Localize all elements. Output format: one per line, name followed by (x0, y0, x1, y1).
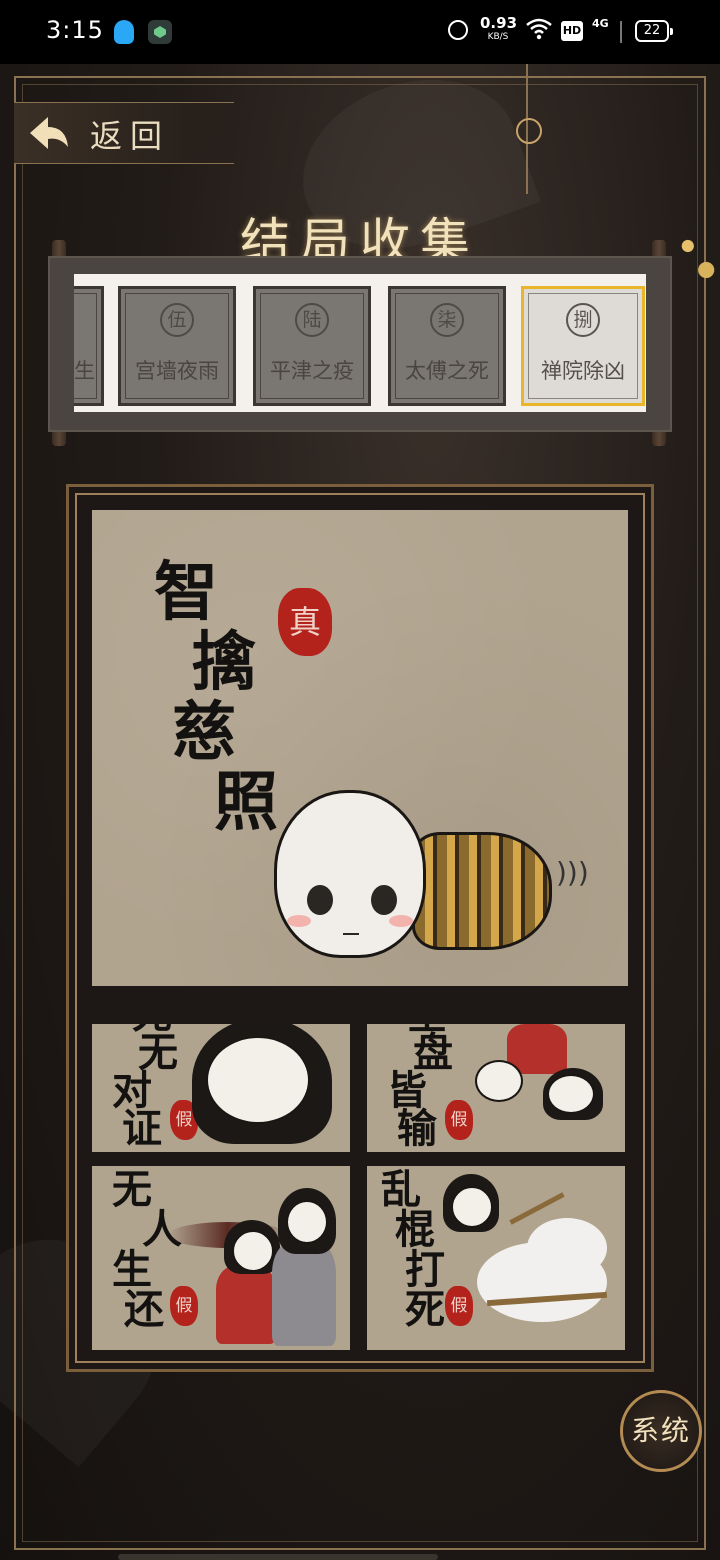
ending-card-main[interactable]: 智 擒 慈 照 真 ))) (92, 510, 628, 986)
back-button[interactable]: 返回 (14, 102, 234, 164)
ending-title-char: 棍 (395, 1206, 435, 1253)
monk-eye (307, 885, 333, 915)
ending-title-char: 输 (397, 1105, 437, 1152)
chapter-tab-label: 宫墙夜雨 (135, 359, 219, 383)
wifi-icon (526, 18, 552, 40)
monk-blush (287, 915, 311, 927)
chapter-tab-label: 禅院除凶 (541, 359, 625, 383)
character-red-robe (216, 1266, 276, 1344)
chapter-tab-selected[interactable]: 捌 禅院除凶 (521, 286, 645, 406)
network-speed-unit: KB/S (487, 32, 509, 42)
chapter-tab-label: 生 (74, 359, 95, 383)
network-speed-value: 0.93 (480, 14, 518, 32)
character-illustration (232, 1230, 274, 1272)
ending-title-char: 照 (214, 765, 278, 840)
chapter-tab-label: 平津之疫 (270, 359, 354, 383)
battery-icon: 22 (635, 20, 673, 42)
monk-blush (389, 915, 413, 927)
ending-title: 乱 棍 打 死 (381, 1166, 445, 1333)
rolled-mat-illustration (412, 832, 552, 950)
ending-title-char: 人 (142, 1206, 182, 1253)
chapter-number-badge: 伍 (160, 303, 194, 337)
ending-title: 死 无 对 证 (112, 1024, 178, 1152)
network-speed: 0.93 KB/S (480, 14, 518, 42)
chapter-tab[interactable]: 柒 太傅之死 (388, 286, 506, 406)
false-ending-seal: 假 (170, 1286, 198, 1326)
ending-title-char: 慈 (172, 695, 236, 770)
false-ending-seal: 假 (445, 1286, 473, 1326)
chapter-tab[interactable]: 伍 宫墙夜雨 (118, 286, 236, 406)
chapter-tab[interactable]: 陆 平津之疫 (253, 286, 371, 406)
ending-title-char: 乱 (381, 1166, 421, 1213)
monk-mouth (343, 933, 359, 935)
character-illustration (475, 1060, 523, 1102)
ending-title-char: 无 (112, 1166, 152, 1213)
chapter-tab-list[interactable]: 生 伍 宫墙夜雨 陆 平津之疫 柒 太傅之死 捌 禅院除凶 (74, 274, 646, 412)
status-time: 3:15 (46, 16, 104, 44)
status-bar: 3:15 0.93 KB/S HD 4G 22 (0, 0, 720, 64)
ending-title-char: 证 (122, 1105, 162, 1152)
character-illustration (206, 1036, 310, 1124)
character-illustration (451, 1186, 493, 1228)
false-ending-seal: 假 (445, 1100, 473, 1140)
ending-title: 无 人 生 还 (112, 1166, 182, 1333)
hd-icon: HD (561, 21, 583, 41)
motion-lines-icon: ))) (556, 856, 589, 889)
character-gray-robe (272, 1242, 336, 1346)
character-illustration (547, 1074, 595, 1114)
system-button[interactable]: 系统 (620, 1390, 702, 1472)
ending-title-char: 还 (124, 1286, 164, 1333)
chapter-tab-label: 太傅之死 (405, 359, 489, 383)
ending-title: 全 盘 皆 输 (387, 1024, 453, 1152)
true-ending-seal: 真 (278, 588, 332, 656)
ending-title-char: 死 (405, 1286, 445, 1333)
monk-illustration (274, 790, 426, 958)
ending-title-char: 打 (405, 1246, 445, 1293)
chapter-number-badge: 柒 (430, 303, 464, 337)
ending-title-char: 生 (112, 1246, 152, 1293)
app-notification-icon (148, 20, 172, 44)
signal-icon (620, 21, 622, 43)
ending-title: 智 擒 慈 照 (154, 555, 278, 840)
monk-eye (371, 885, 397, 915)
alarm-icon (448, 20, 468, 40)
ending-title-char: 智 (154, 555, 218, 630)
ornament-ring-icon (516, 118, 542, 144)
ending-title-char: 擒 (192, 625, 256, 700)
ending-card[interactable]: 全 盘 皆 输 假 (367, 1024, 625, 1152)
qq-icon (114, 20, 134, 44)
navigation-bar (118, 1554, 438, 1560)
character-illustration (286, 1200, 328, 1244)
back-arrow-icon (30, 117, 68, 149)
chapter-tab[interactable]: 生 (74, 286, 104, 406)
network-type: 4G (592, 17, 609, 30)
ending-card[interactable]: 死 无 对 证 假 (92, 1024, 350, 1152)
ending-card[interactable]: 乱 棍 打 死 假 (367, 1166, 625, 1350)
chapter-number-badge: 捌 (566, 303, 600, 337)
chapter-number-badge: 陆 (295, 303, 329, 337)
ending-card[interactable]: 无 人 生 还 假 (92, 1166, 350, 1350)
fight-cloud (527, 1218, 607, 1278)
back-label: 返回 (90, 117, 171, 155)
